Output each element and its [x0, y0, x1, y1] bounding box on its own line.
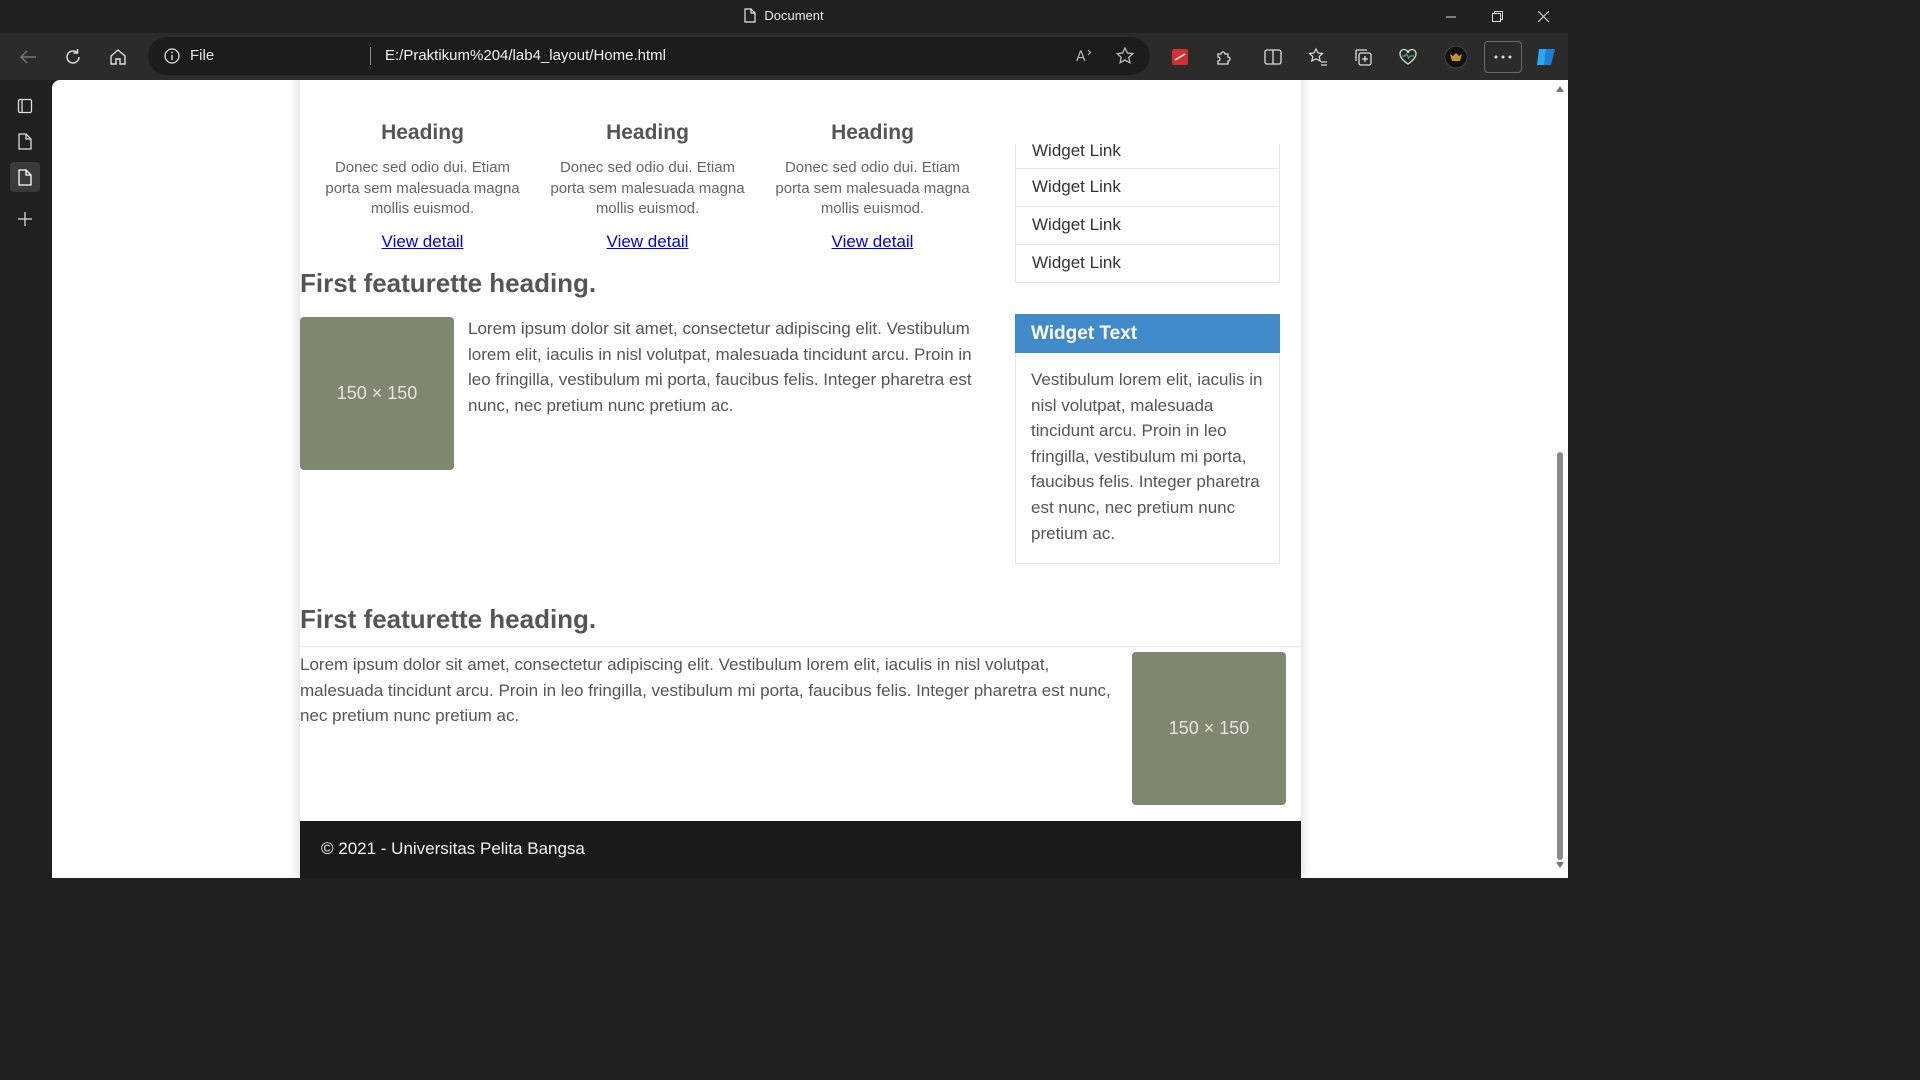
featurette-text-2: Lorem ipsum dolor sit amet, consectetur … [300, 655, 1111, 726]
window-title-text: Document [764, 8, 824, 23]
read-aloud-icon[interactable]: A [1075, 46, 1095, 66]
tab-item-active[interactable] [10, 162, 40, 192]
widget-text-title: Widget Text [1015, 314, 1280, 353]
minimize-icon [1446, 16, 1456, 17]
pdf-extension-button[interactable] [1164, 41, 1196, 73]
home-button[interactable] [102, 41, 134, 73]
featurette-text-1: Lorem ipsum dolor sit amet, consectetur … [468, 319, 972, 415]
featurette-heading-1: First featurette heading. [300, 268, 597, 298]
protocol-label: File [190, 47, 215, 64]
split-screen-button[interactable] [1257, 41, 1289, 73]
heart-pulse-icon [1399, 48, 1417, 65]
title-bar: Document [0, 0, 1568, 33]
profile-button[interactable] [1440, 41, 1472, 73]
document-icon [744, 8, 756, 26]
page-icon [18, 168, 32, 186]
extensions-button[interactable] [1208, 41, 1240, 73]
vertical-scrollbar[interactable] [1552, 80, 1568, 878]
split-screen-icon [1264, 49, 1282, 65]
svg-text:A: A [1076, 49, 1086, 65]
scroll-down-arrow-icon[interactable] [1556, 862, 1564, 868]
view-detail-link-3[interactable]: View detail [760, 232, 985, 252]
copilot-icon [1537, 49, 1555, 65]
plus-icon [18, 212, 32, 226]
url-text[interactable]: E:/Praktikum%204/lab4_layout/Home.html [385, 47, 666, 64]
address-separator [370, 47, 371, 65]
view-detail-link-1[interactable]: View detail [310, 232, 535, 252]
favorites-icon [1308, 47, 1327, 66]
more-dots-icon [1494, 55, 1512, 59]
puzzle-icon [1217, 51, 1231, 65]
more-menu-button[interactable] [1484, 41, 1522, 73]
widget-text-box: Widget Text Vestibulum lorem elit, iacul… [1015, 314, 1280, 564]
column-text-1: Donec sed odio dui. Etiam porta sem male… [325, 159, 520, 217]
widget-link-list: Widget Link Widget Link Widget Link Widg… [1015, 144, 1280, 283]
address-bar[interactable]: File E:/Praktikum%204/lab4_layout/Home.h… [148, 37, 1150, 75]
close-window-button[interactable] [1520, 0, 1566, 33]
restore-icon [1491, 11, 1503, 22]
info-icon[interactable] [164, 48, 180, 69]
scrollbar-thumb[interactable] [1557, 452, 1563, 860]
tab-item-1[interactable] [10, 126, 40, 156]
section-divider [300, 646, 1301, 647]
tab-actions-button[interactable] [10, 91, 40, 121]
restore-button[interactable] [1474, 0, 1520, 33]
widget-link-0[interactable]: Widget Link [1016, 144, 1279, 168]
featurette-heading-2: First featurette heading. [300, 604, 597, 634]
favorites-button[interactable] [1302, 41, 1334, 73]
back-arrow-icon [19, 50, 36, 64]
copilot-button[interactable] [1530, 41, 1562, 73]
widget-link-1[interactable]: Widget Link [1016, 168, 1279, 206]
view-detail-link-2[interactable]: View detail [535, 232, 760, 252]
collections-button[interactable] [1347, 41, 1379, 73]
scroll-up-arrow-icon[interactable] [1556, 86, 1564, 92]
widget-text-body: Vestibulum lorem elit, iaculis in nisl v… [1031, 370, 1263, 543]
avatar [1444, 45, 1468, 69]
home-icon [110, 49, 126, 65]
tab-actions-icon [17, 98, 33, 114]
column-text-2: Donec sed odio dui. Etiam porta sem male… [550, 159, 745, 217]
column-text-3: Donec sed odio dui. Etiam porta sem male… [775, 159, 970, 217]
window-title: Document [0, 8, 1568, 26]
close-icon [1537, 11, 1549, 22]
page-footer: © 2021 - Universitas Pelita Bangsa [300, 821, 1301, 878]
refresh-button[interactable] [57, 41, 89, 73]
minimize-button[interactable] [1428, 0, 1474, 33]
featurette-image-2: 150 × 150 [1132, 652, 1286, 805]
collections-icon [1355, 49, 1372, 66]
column-heading-2: Heading [606, 121, 689, 144]
column-heading-3: Heading [831, 121, 914, 144]
browser-essentials-button[interactable] [1392, 41, 1424, 73]
back-button[interactable] [12, 41, 44, 73]
browser-toolbar: File E:/Praktikum%204/lab4_layout/Home.h… [0, 33, 1568, 80]
page-container: Heading Heading Heading Donec sed odio d… [300, 80, 1301, 878]
featurette-image-1: 150 × 150 [300, 317, 454, 470]
new-tab-button[interactable] [10, 204, 40, 234]
vertical-tabs-rail [0, 80, 52, 882]
pdf-extension-icon [1172, 49, 1188, 65]
page-icon [18, 132, 32, 150]
web-viewport: Heading Heading Heading Donec sed odio d… [52, 80, 1568, 878]
widget-link-3[interactable]: Widget Link [1016, 244, 1279, 282]
widget-link-2[interactable]: Widget Link [1016, 206, 1279, 244]
column-heading-1: Heading [381, 121, 464, 144]
refresh-icon [66, 49, 80, 64]
favorite-star-icon[interactable] [1115, 46, 1135, 66]
